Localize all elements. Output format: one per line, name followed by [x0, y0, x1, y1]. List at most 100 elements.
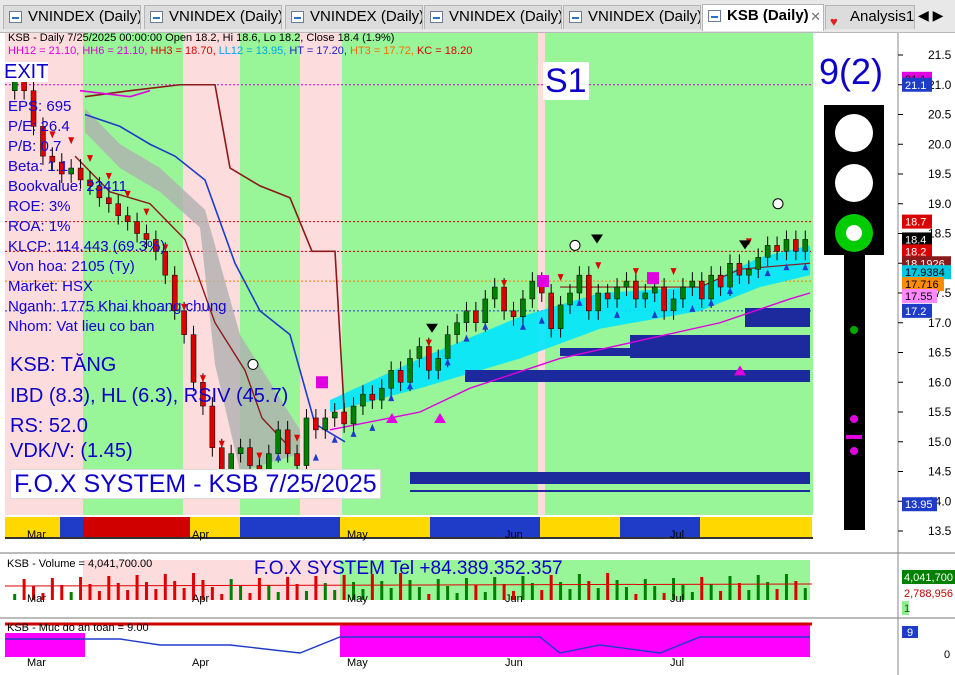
- tab-label: VNINDEX (Daily): [28, 8, 141, 25]
- candle-body: [247, 447, 253, 466]
- volume-bar: [446, 586, 450, 600]
- volume-bar: [69, 592, 73, 600]
- exit-signal: EXIT: [4, 61, 49, 83]
- candle-body: [369, 393, 376, 401]
- chart-icon: [430, 11, 443, 23]
- candle-body: [275, 429, 281, 454]
- chart-icon: [708, 10, 721, 22]
- volume-bar: [577, 574, 581, 600]
- candle-body: [331, 411, 338, 419]
- tab-vnindex-1[interactable]: VNINDEX (Daily): [3, 5, 141, 29]
- candle-body: [397, 370, 404, 383]
- candle-body: [444, 334, 451, 359]
- candle-body: [651, 286, 658, 294]
- volume-bar: [427, 594, 431, 600]
- ibd-label: IBD (8.3), HL (6.3), RSIV (45.7): [10, 385, 289, 407]
- candle-body: [435, 358, 441, 371]
- candle-body: [473, 310, 479, 324]
- volume-bar: [624, 587, 628, 600]
- support-band: [410, 472, 810, 484]
- volume-bar: [653, 586, 657, 600]
- month-label-mar: Mar: [27, 657, 46, 669]
- volume-bar: [737, 583, 741, 600]
- candle-body: [802, 239, 809, 252]
- zone-band: [342, 33, 538, 515]
- month-label-may: May: [347, 529, 368, 541]
- zero-circle-icon: [772, 198, 784, 210]
- bar-divider: [5, 537, 813, 539]
- traffic-light-center-icon: [846, 225, 862, 241]
- volume-bar: [389, 588, 393, 600]
- candle-body: [379, 387, 385, 401]
- tab-scroll-arrows-icon[interactable]: ◀ ▶: [918, 7, 943, 24]
- volume-bar: [229, 579, 233, 600]
- volume-bar: [587, 581, 591, 600]
- fox-phone: F.O.X SYSTEM Tel +84.389.352.357: [254, 558, 563, 579]
- tab-vnindex-3[interactable]: VNINDEX (Daily): [285, 5, 423, 29]
- rs-label: RS: 52.0: [10, 415, 88, 437]
- volume-bar: [97, 591, 101, 600]
- chart-icon: [291, 11, 304, 23]
- candle-body: [426, 346, 432, 371]
- tab-bar: VNINDEX (Daily) VNINDEX (Daily) VNINDEX …: [0, 0, 955, 33]
- tab-vnindex-2[interactable]: VNINDEX (Daily): [144, 5, 282, 29]
- volume-bar: [239, 586, 243, 600]
- tab-label: KSB (Daily): [727, 7, 809, 24]
- volume-bar: [606, 573, 610, 600]
- volume-bar: [455, 593, 459, 600]
- safety-zone: [5, 633, 85, 657]
- tab-analysis1[interactable]: ♥ Analysis1: [825, 5, 915, 29]
- ll12-value: LL12 = 13.95,: [218, 45, 287, 57]
- signal-bar: [620, 517, 700, 537]
- volume-bar: [766, 582, 770, 600]
- volume-bar: [493, 577, 497, 600]
- price-label: 18.7: [905, 217, 926, 229]
- close-tab-icon[interactable]: ✕: [810, 6, 821, 28]
- candle-body: [557, 304, 564, 329]
- candle-body: [416, 346, 423, 359]
- candle-body: [614, 286, 620, 300]
- tab-label: VNINDEX (Daily): [449, 8, 562, 25]
- vonhoa-label: Von hoa: 2105 (Ty): [8, 258, 135, 275]
- pole-marker: [846, 435, 862, 439]
- candle-body: [68, 167, 74, 175]
- volume-bar: [615, 580, 619, 600]
- candle-body: [633, 280, 639, 300]
- pink-square-icon: [647, 272, 659, 285]
- signal-bar: [540, 517, 620, 537]
- candle-body: [736, 263, 743, 276]
- candle-body: [708, 274, 714, 300]
- candle-body: [482, 298, 489, 324]
- candle-body: [793, 239, 799, 252]
- volume-bar: [173, 581, 177, 600]
- volume-bar: [107, 576, 111, 600]
- ht-value: HT = 17.20,: [289, 45, 347, 57]
- candle-body: [463, 310, 470, 324]
- tab-ksb[interactable]: KSB (Daily) ✕: [702, 4, 824, 31]
- candle-body: [755, 257, 761, 270]
- safety-title: KSB - Muc do an toan = 9.00: [7, 622, 149, 634]
- price-tick-label: 20.5: [928, 108, 952, 122]
- pink-square-icon: [537, 275, 549, 288]
- tab-label: VNINDEX (Daily): [310, 8, 423, 25]
- chart-header-title: KSB - Daily 7/25/2025 00:00:00 Open 18.2…: [8, 32, 395, 44]
- volume-bar: [135, 575, 139, 600]
- volume-bar: [144, 582, 148, 600]
- price-tick-label: 20.0: [928, 137, 952, 151]
- candle-body: [510, 310, 517, 318]
- price-tick-label: 13.5: [928, 524, 952, 538]
- candle-body: [209, 405, 216, 448]
- volume-bar: [210, 587, 214, 600]
- zero-circle-icon: [247, 358, 259, 370]
- pe-label: P/E: 26.4: [8, 118, 70, 135]
- pole-dot-icon: [850, 326, 858, 334]
- hh12-value: HH12 = 21.10,: [8, 45, 80, 57]
- tab-vnindex-4[interactable]: VNINDEX (Daily): [424, 5, 562, 29]
- tab-vnindex-5[interactable]: VNINDEX (Daily): [563, 5, 701, 29]
- price-label: 17.55: [905, 291, 933, 303]
- volume-bar: [747, 590, 751, 600]
- price-tick-label: 19.5: [928, 167, 952, 181]
- month-label-jun: Jun: [505, 593, 523, 605]
- volume-bar: [690, 592, 694, 600]
- beta-label: Beta: 1.1: [8, 158, 69, 175]
